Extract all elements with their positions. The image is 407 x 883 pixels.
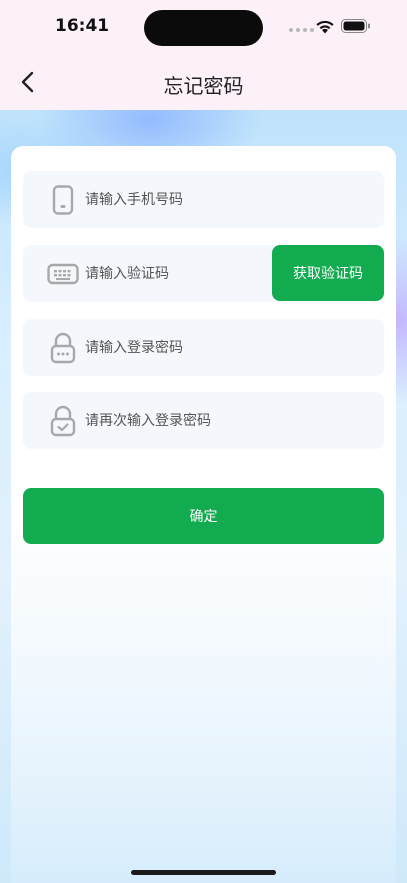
dynamic-island: [144, 10, 263, 46]
phone-icon: [48, 184, 78, 216]
confirm-password-input[interactable]: [85, 392, 275, 449]
phone-field[interactable]: [23, 171, 384, 228]
status-bar: 16:41: [0, 0, 407, 56]
battery-icon: [341, 19, 370, 33]
wifi-icon: [316, 20, 334, 34]
home-indicator: [131, 870, 276, 875]
password-field[interactable]: [23, 319, 384, 376]
page-title: 忘记密码: [163, 74, 244, 98]
keyboard-icon: [46, 258, 80, 290]
password-input[interactable]: [85, 319, 275, 376]
nav-bar: 忘记密码: [0, 56, 407, 110]
confirm-password-field[interactable]: [23, 392, 384, 449]
cellular-signal-icon: [289, 28, 314, 32]
phone-input[interactable]: [85, 171, 275, 228]
verification-code-field[interactable]: [23, 245, 283, 302]
get-verification-code-button[interactable]: 获取验证码: [272, 245, 384, 301]
confirm-button[interactable]: 确定: [23, 488, 384, 544]
lock-check-icon: [48, 405, 78, 437]
verification-code-input[interactable]: [85, 245, 275, 302]
lock-icon: [48, 332, 78, 364]
status-time: 16:41: [55, 16, 110, 36]
